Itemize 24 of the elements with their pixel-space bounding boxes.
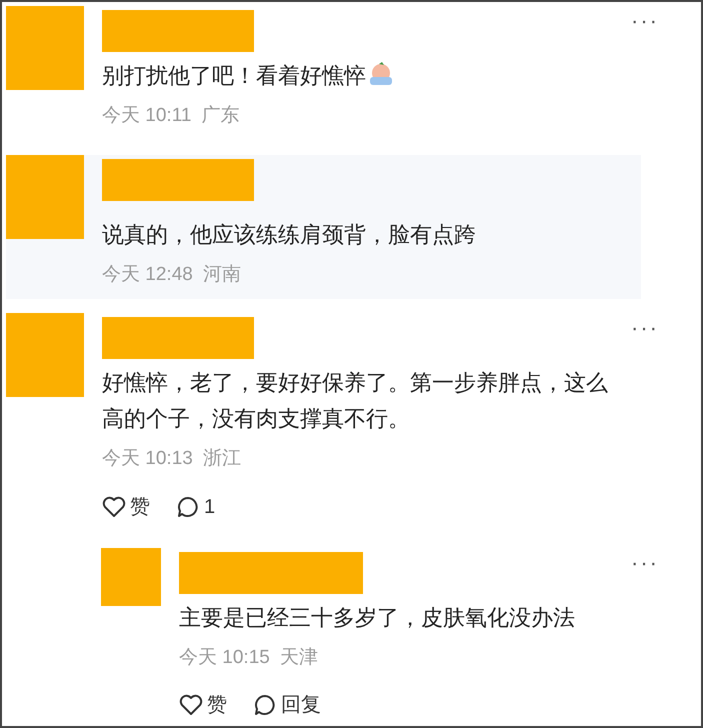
comment-text: 主要是已经三十多岁了，皮肤氧化没办法: [179, 604, 576, 632]
comment-time: 今天 10:13: [102, 447, 193, 471]
more-button[interactable]: ···: [631, 317, 659, 339]
comment-time: 今天 10:11: [102, 104, 192, 128]
heart-icon: [179, 694, 203, 716]
like-button[interactable]: 赞: [179, 690, 227, 720]
comment-text: 别打扰他了吧！看着好憔悴: [102, 58, 622, 94]
more-button[interactable]: ···: [631, 552, 659, 574]
comment-icon: [253, 693, 277, 717]
comment-location: 天津: [280, 646, 318, 670]
more-button[interactable]: ···: [631, 10, 659, 32]
reply-button[interactable]: 回复: [253, 690, 321, 720]
comment-location: 浙江: [202, 447, 241, 471]
comment-time: 今天 10:15: [179, 646, 270, 670]
comment-location: 广东: [201, 104, 240, 128]
comment-text: 好憔悴，老了，要好好保养了。第一步养胖点，这么高的个子，没有肉支撑真不行。: [102, 369, 609, 433]
heart-icon: [102, 496, 126, 518]
like-button[interactable]: 赞: [102, 492, 150, 522]
comment-location: 河南: [202, 262, 241, 286]
comment-text: 说真的，他应该练练肩颈背，脸有点跨: [102, 220, 477, 248]
reply-button[interactable]: 1: [176, 492, 216, 522]
avatar-redaction: [101, 548, 161, 606]
comment-icon: [176, 494, 200, 518]
comment-time: 今天 12:48: [102, 262, 193, 286]
